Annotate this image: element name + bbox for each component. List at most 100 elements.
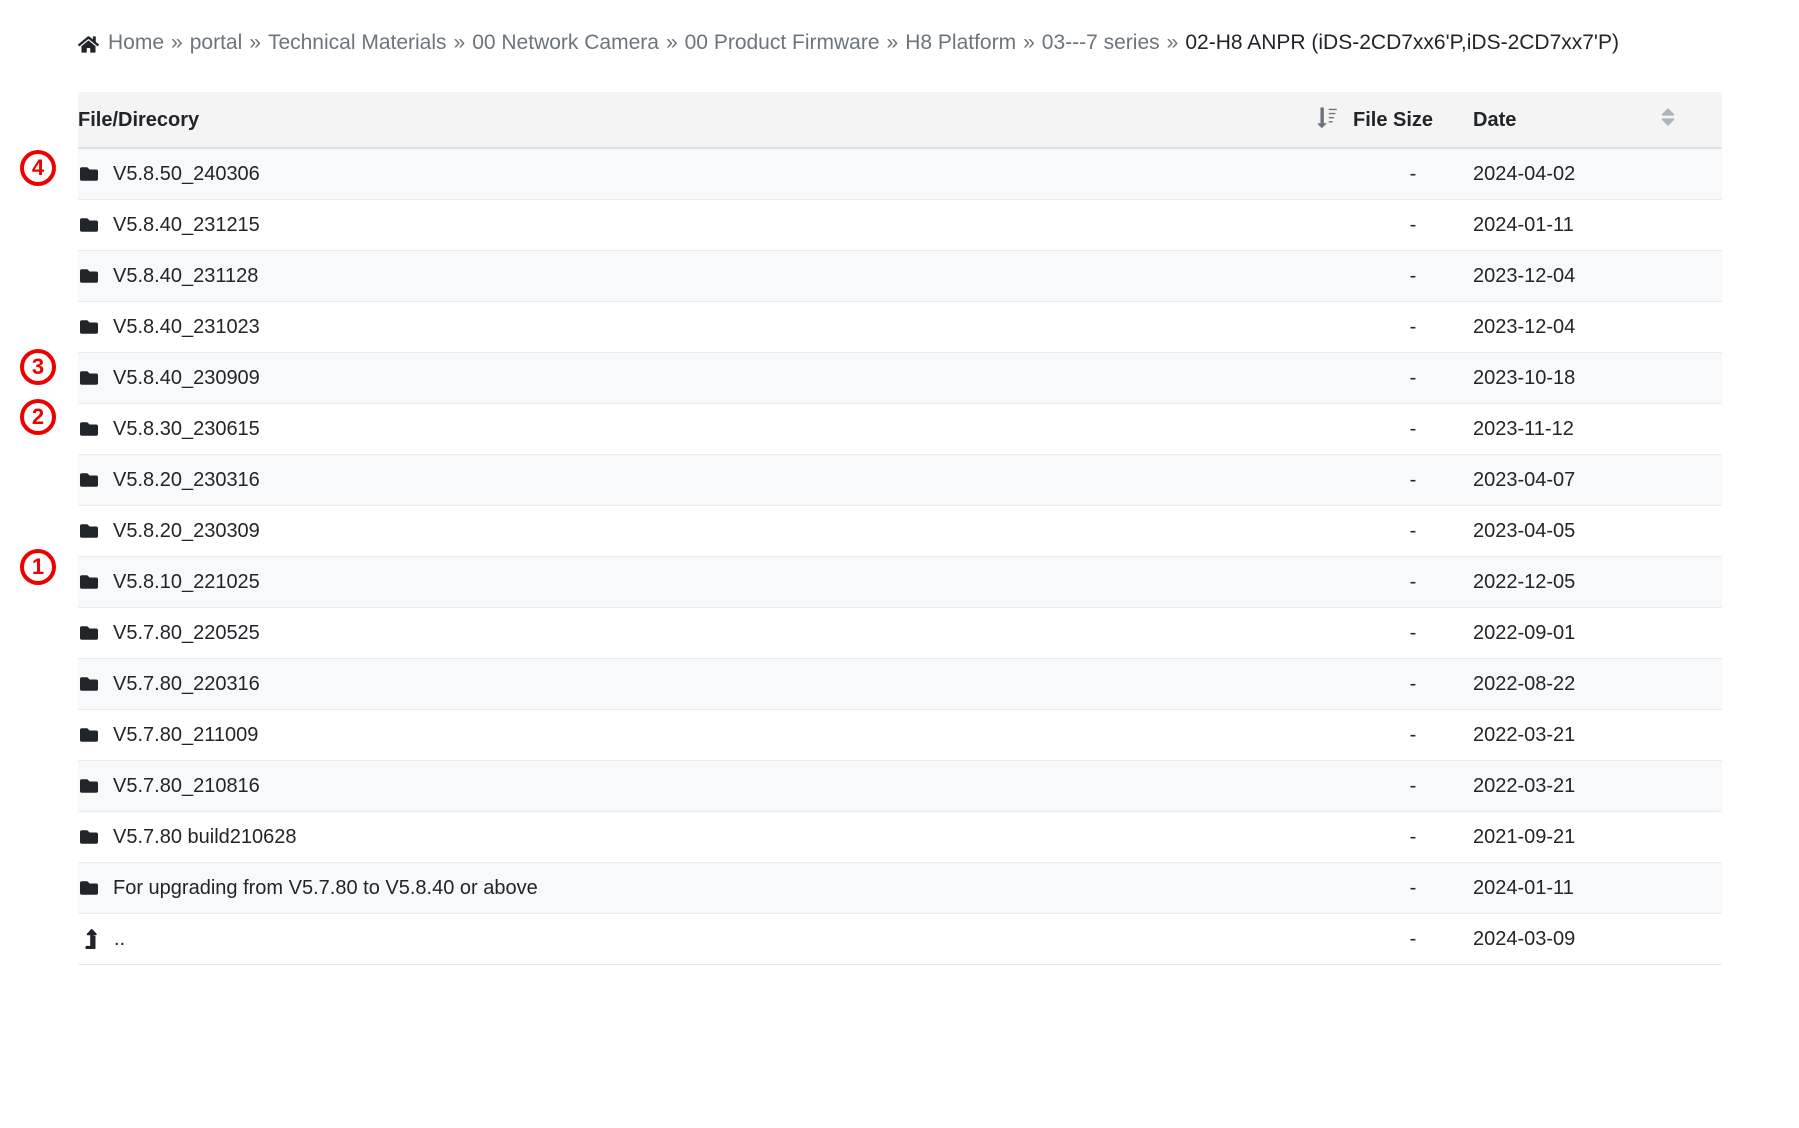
cell-file-name[interactable]: V5.8.40_231215 xyxy=(78,199,1353,251)
cell-date: 2024-01-11 xyxy=(1473,862,1658,914)
cell-file-name[interactable]: V5.8.40_230909 xyxy=(78,352,1353,404)
cell-spacer xyxy=(1658,658,1722,710)
cell-file-size: - xyxy=(1353,811,1473,863)
table-row[interactable]: V5.7.80_220525 -2022-09-01 xyxy=(78,607,1722,659)
cell-date: 2022-03-21 xyxy=(1473,709,1658,761)
file-name-link[interactable]: V5.7.80_220525 xyxy=(113,622,260,645)
cell-file-size: - xyxy=(1353,199,1473,251)
table-row[interactable]: V5.7.80_211009 -2022-03-21 xyxy=(78,709,1722,761)
cell-date: 2023-12-04 xyxy=(1473,250,1658,302)
cell-date: 2024-01-11 xyxy=(1473,199,1658,251)
file-name-link[interactable]: .. xyxy=(114,928,125,951)
file-name-link[interactable]: V5.7.80_211009 xyxy=(113,724,258,747)
breadcrumb-item-6[interactable]: H8 Platform xyxy=(905,31,1016,54)
cell-spacer xyxy=(1658,709,1722,761)
cell-file-name[interactable]: V5.7.80_211009 xyxy=(78,709,1353,761)
breadcrumb-separator: » xyxy=(249,31,261,54)
cell-file-name[interactable]: V5.7.80_210816 xyxy=(78,760,1353,812)
breadcrumb-item-4[interactable]: 00 Network Camera xyxy=(472,31,659,54)
column-header-file-size[interactable]: File Size xyxy=(1353,92,1473,149)
folder-icon xyxy=(78,318,100,336)
file-name-link[interactable]: V5.8.20_230309 xyxy=(113,520,260,543)
file-name-link[interactable]: V5.8.40_231023 xyxy=(113,316,260,339)
cell-file-size: - xyxy=(1353,301,1473,353)
cell-file-name[interactable]: V5.8.50_240306 xyxy=(78,148,1353,200)
column-header-file-directory-label: File/Direcory xyxy=(78,108,200,131)
file-name-link[interactable]: V5.7.80 build210628 xyxy=(113,826,297,849)
sort-amount-down-icon[interactable] xyxy=(1317,106,1339,134)
folder-icon xyxy=(78,420,100,438)
file-name-link[interactable]: V5.8.40_231128 xyxy=(113,265,258,288)
cell-date: 2024-03-09 xyxy=(1473,913,1658,965)
cell-file-size: - xyxy=(1353,403,1473,455)
cell-file-name[interactable]: V5.8.20_230316 xyxy=(78,454,1353,506)
folder-icon xyxy=(78,369,100,387)
cell-file-size: - xyxy=(1353,556,1473,608)
cell-file-name[interactable]: V5.8.30_230615 xyxy=(78,403,1353,455)
cell-file-name[interactable]: V5.8.40_231128 xyxy=(78,250,1353,302)
file-name-link[interactable]: V5.7.80_220316 xyxy=(113,673,260,696)
cell-file-size: - xyxy=(1353,148,1473,200)
folder-icon xyxy=(78,777,100,795)
cell-spacer xyxy=(1658,556,1722,608)
table-row[interactable]: V5.8.20_230316 -2023-04-07 xyxy=(78,454,1722,506)
breadcrumb-item-5[interactable]: 00 Product Firmware xyxy=(685,31,880,54)
file-name-link[interactable]: V5.8.20_230316 xyxy=(113,469,260,492)
table-row[interactable]: .. -2024-03-09 xyxy=(78,913,1722,965)
breadcrumb-separator: » xyxy=(453,31,466,54)
file-listing-table: File/Direcory File Size Date V5.8.50_240… xyxy=(78,92,1722,965)
cell-file-name[interactable]: .. xyxy=(78,913,1353,965)
table-row[interactable]: V5.8.20_230309 -2023-04-05 xyxy=(78,505,1722,557)
file-name-link[interactable]: V5.8.50_240306 xyxy=(113,163,260,186)
folder-icon xyxy=(78,624,100,642)
sort-up-down-icon[interactable] xyxy=(1658,106,1678,134)
column-header-date[interactable]: Date xyxy=(1473,92,1658,149)
table-row[interactable]: V5.7.80 build210628 -2021-09-21 xyxy=(78,811,1722,863)
table-row[interactable]: V5.7.80_210816 -2022-03-21 xyxy=(78,760,1722,812)
table-header-row: File/Direcory File Size Date xyxy=(78,92,1722,149)
table-row[interactable]: V5.8.10_221025 -2022-12-05 xyxy=(78,556,1722,608)
table-row[interactable]: V5.8.50_240306 -2024-04-02 xyxy=(78,148,1722,200)
cell-date: 2022-03-21 xyxy=(1473,760,1658,812)
cell-file-name[interactable]: V5.7.80_220316 xyxy=(78,658,1353,710)
table-row[interactable]: V5.8.40_231215 -2024-01-11 xyxy=(78,199,1722,251)
folder-icon xyxy=(78,675,100,693)
table-row[interactable]: For upgrading from V5.7.80 to V5.8.40 or… xyxy=(78,862,1722,914)
column-header-date-sort[interactable] xyxy=(1658,92,1722,149)
folder-icon xyxy=(78,471,100,489)
cell-file-size: - xyxy=(1353,607,1473,659)
column-header-file-directory[interactable]: File/Direcory xyxy=(78,92,1353,149)
file-name-link[interactable]: For upgrading from V5.7.80 to V5.8.40 or… xyxy=(113,877,538,900)
table-row[interactable]: V5.8.40_231023 -2023-12-04 xyxy=(78,301,1722,353)
breadcrumb-item-7[interactable]: 03---7 series xyxy=(1042,31,1160,54)
cell-file-name[interactable]: V5.7.80_220525 xyxy=(78,607,1353,659)
cell-file-name[interactable]: For upgrading from V5.7.80 to V5.8.40 or… xyxy=(78,862,1353,914)
cell-file-size: - xyxy=(1353,454,1473,506)
cell-date: 2023-04-07 xyxy=(1473,454,1658,506)
cell-file-name[interactable]: V5.8.20_230309 xyxy=(78,505,1353,557)
table-row[interactable]: V5.7.80_220316 -2022-08-22 xyxy=(78,658,1722,710)
cell-spacer xyxy=(1658,607,1722,659)
cell-date: 2023-10-18 xyxy=(1473,352,1658,404)
cell-file-size: - xyxy=(1353,250,1473,302)
file-name-link[interactable]: V5.8.40_231215 xyxy=(113,214,260,237)
breadcrumb-item-1[interactable]: Home xyxy=(108,31,164,54)
file-name-link[interactable]: V5.7.80_210816 xyxy=(113,775,260,798)
cell-file-name[interactable]: V5.8.10_221025 xyxy=(78,556,1353,608)
table-row[interactable]: V5.8.40_230909 -2023-10-18 xyxy=(78,352,1722,404)
breadcrumb-item-2[interactable]: portal xyxy=(190,31,243,54)
cell-file-name[interactable]: V5.8.40_231023 xyxy=(78,301,1353,353)
file-name-link[interactable]: V5.8.10_221025 xyxy=(113,571,260,594)
file-name-link[interactable]: V5.8.40_230909 xyxy=(113,367,260,390)
table-row[interactable]: V5.8.30_230615 -2023-11-12 xyxy=(78,403,1722,455)
folder-icon xyxy=(78,216,100,234)
folder-icon xyxy=(78,522,100,540)
file-name-link[interactable]: V5.8.30_230615 xyxy=(113,418,260,441)
breadcrumb-item-3[interactable]: Technical Materials xyxy=(268,31,447,54)
folder-icon xyxy=(78,879,100,897)
table-row[interactable]: V5.8.40_231128 -2023-12-04 xyxy=(78,250,1722,302)
cell-file-size: - xyxy=(1353,352,1473,404)
cell-file-size: - xyxy=(1353,862,1473,914)
breadcrumb-separator: » xyxy=(665,31,678,54)
cell-file-name[interactable]: V5.7.80 build210628 xyxy=(78,811,1353,863)
